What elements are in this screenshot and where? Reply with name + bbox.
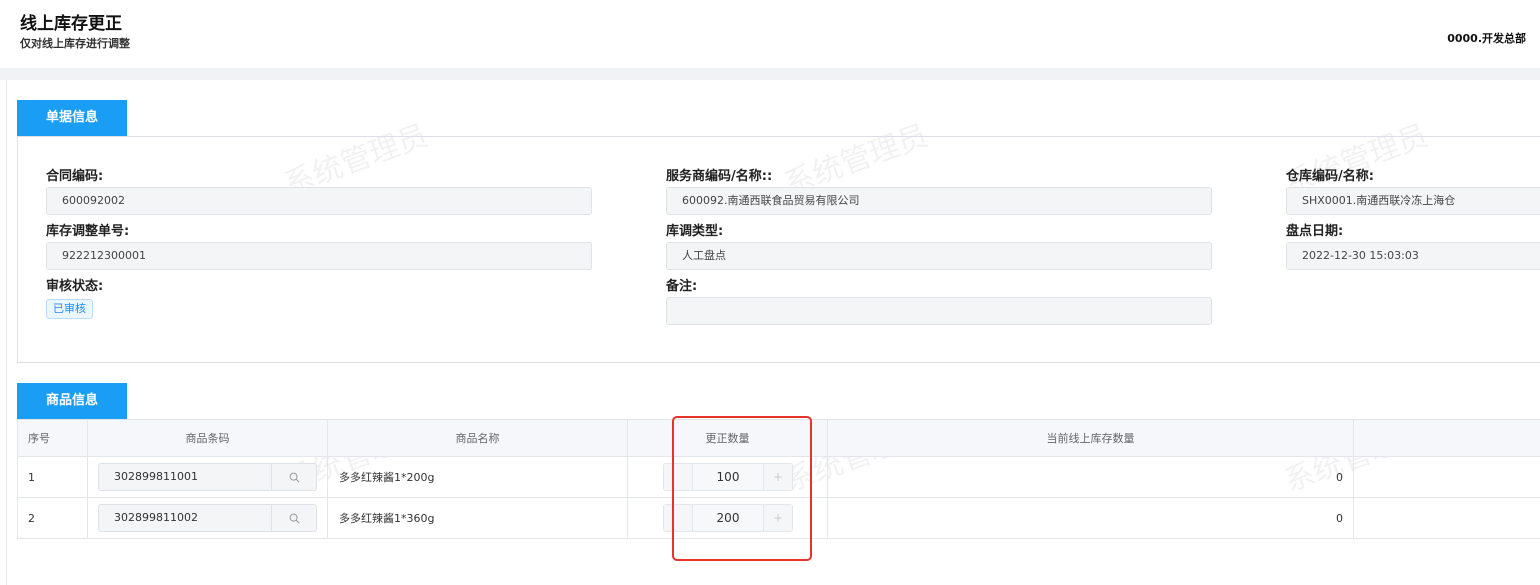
remark-label: 备注: — [666, 279, 698, 294]
barcode-search-button[interactable] — [271, 505, 316, 531]
org-selector[interactable]: 0000.开发总部 — [1447, 30, 1526, 46]
header-divider — [0, 68, 1540, 80]
row-index: 2 — [18, 498, 88, 538]
warehouse-field[interactable]: SHX0001.南通西联冷冻上海仓 — [1286, 187, 1540, 215]
adjust-type-label: 库调类型: — [666, 224, 724, 239]
barcode-cell: 302899811002 — [88, 498, 328, 538]
contract-code-label: 合同编码: — [46, 169, 104, 184]
page-title: 线上库存更正 — [20, 14, 122, 34]
tab-document-info[interactable]: 单据信息 — [17, 100, 127, 136]
provider-field[interactable]: 600092.南通西联食品贸易有限公司 — [666, 187, 1212, 215]
adjust-no-field[interactable]: 922212300001 — [46, 242, 592, 270]
barcode-cell: 302899811001 — [88, 457, 328, 497]
adjust-type-field[interactable]: 人工盘点 — [666, 242, 1212, 270]
warehouse-label: 仓库编码/名称: — [1286, 169, 1374, 184]
current-stock: 0 — [828, 457, 1354, 497]
barcode-picker[interactable]: 302899811002 — [98, 504, 317, 532]
column-header-index: 序号 — [18, 420, 88, 456]
current-stock: 0 — [828, 498, 1354, 538]
barcode-input[interactable]: 302899811002 — [99, 505, 271, 531]
barcode-search-button[interactable] — [271, 464, 316, 490]
remark-field[interactable] — [666, 297, 1212, 325]
column-header-barcode: 商品条码 — [88, 420, 328, 456]
row-index: 1 — [18, 457, 88, 497]
barcode-picker[interactable]: 302899811001 — [98, 463, 317, 491]
extra-cell — [1354, 498, 1540, 538]
audit-status-label: 审核状态: — [46, 279, 104, 294]
provider-label: 服务商编码/名称:: — [666, 169, 773, 184]
page-header: 线上库存更正 仅对线上库存进行调整 0000.开发总部 — [0, 0, 1540, 68]
adjust-no-label: 库存调整单号: — [46, 224, 130, 239]
search-icon — [289, 513, 299, 523]
annotation-highlight-box — [672, 416, 812, 561]
status-badge: 已审核 — [46, 299, 93, 319]
goods-name: 多多红辣酱1*360g — [328, 498, 628, 538]
column-header-extra — [1354, 420, 1540, 456]
page-subtitle: 仅对线上库存进行调整 — [20, 37, 130, 50]
check-date-label: 盘点日期: — [1286, 224, 1344, 239]
tab-goods-info[interactable]: 商品信息 — [17, 383, 127, 419]
extra-cell — [1354, 457, 1540, 497]
search-icon — [289, 472, 299, 482]
column-header-name: 商品名称 — [328, 420, 628, 456]
contract-code-field[interactable]: 600092002 — [46, 187, 592, 215]
check-date-field[interactable]: 2022-12-30 15:03:03 — [1286, 242, 1540, 270]
barcode-input[interactable]: 302899811001 — [99, 464, 271, 490]
column-header-current-stock: 当前线上库存数量 — [828, 420, 1354, 456]
goods-name: 多多红辣酱1*200g — [328, 457, 628, 497]
